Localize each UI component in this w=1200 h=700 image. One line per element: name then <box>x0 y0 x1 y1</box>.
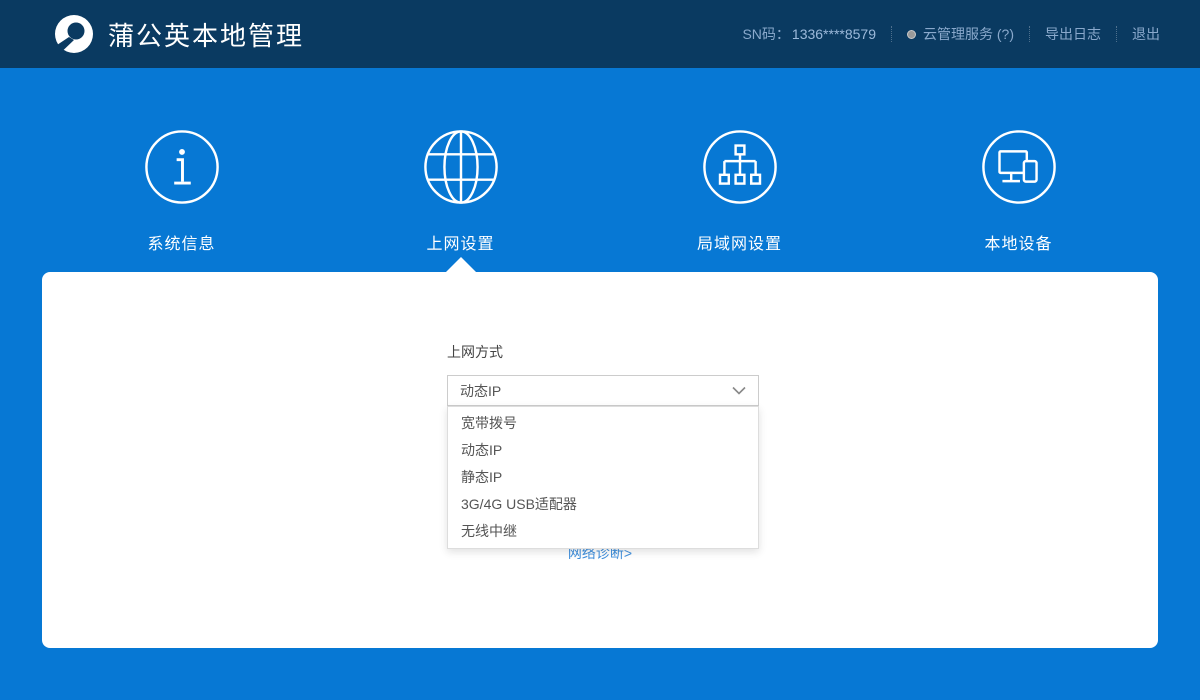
select-value: 动态IP <box>460 382 502 399</box>
dropdown-option[interactable]: 静态IP <box>448 464 758 491</box>
nav-label: 本地设备 <box>984 236 1053 253</box>
divider <box>1029 26 1030 42</box>
header-actions: SN码： 1336****8579 云管理服务 (?) 导出日志 退出 <box>742 24 1160 44</box>
nav-item-lan-settings[interactable]: 局域网设置 <box>600 68 879 272</box>
dropdown-option[interactable]: 动态IP <box>448 437 758 464</box>
cloud-service-link[interactable]: 云管理服务 (?) <box>907 24 1014 44</box>
logout-button[interactable]: 退出 <box>1132 24 1160 44</box>
dropdown-option[interactable]: 3G/4G USB适配器 <box>448 491 758 518</box>
header-bar: 蒲公英本地管理 SN码： 1336****8579 云管理服务 (?) 导出日志… <box>0 0 1200 68</box>
divider <box>891 26 892 42</box>
export-log-button[interactable]: 导出日志 <box>1045 24 1101 44</box>
nav-item-internet-settings[interactable]: 上网设置 <box>321 68 600 272</box>
cloud-service-label: 云管理服务 (?) <box>923 26 1014 42</box>
info-icon <box>144 130 219 204</box>
nav-label: 局域网设置 <box>696 236 782 253</box>
app-logo-icon <box>55 15 93 53</box>
cloud-status-dot-icon <box>907 29 916 39</box>
dropdown-option[interactable]: 宽带拨号 <box>448 410 758 437</box>
devices-icon <box>981 130 1056 204</box>
dropdown-option[interactable]: 无线中继 <box>448 518 758 545</box>
globe-icon <box>423 130 498 204</box>
chevron-down-icon <box>732 386 746 395</box>
main-nav: 系统信息 上网设置 局域网设置 本地设备 <box>42 68 1158 272</box>
dropdown-list: 宽带拨号 动态IP 静态IP 3G/4G USB适配器 无线中继 <box>447 406 759 549</box>
content-card: 上网方式 动态IP 宽带拨号 动态IP 静态IP 3G/4G USB适配器 无线中继 网… <box>42 272 1158 648</box>
nav-item-local-devices[interactable]: 本地设备 <box>879 68 1158 272</box>
connection-type-label: 上网方式 <box>447 344 503 360</box>
nav-label: 系统信息 <box>147 236 216 253</box>
sn-value: 1336****8579 <box>791 26 876 42</box>
nav-item-system-info[interactable]: 系统信息 <box>42 68 321 272</box>
connection-type-select[interactable]: 动态IP <box>447 375 759 406</box>
sn-code: SN码： 1336****8579 <box>742 24 876 44</box>
page-title: 蒲公英本地管理 <box>108 20 305 51</box>
nav-label: 上网设置 <box>426 236 495 253</box>
sn-label: SN码： <box>742 26 790 42</box>
divider <box>1116 26 1117 42</box>
active-tab-pointer <box>445 257 476 272</box>
lan-tree-icon <box>702 130 777 204</box>
